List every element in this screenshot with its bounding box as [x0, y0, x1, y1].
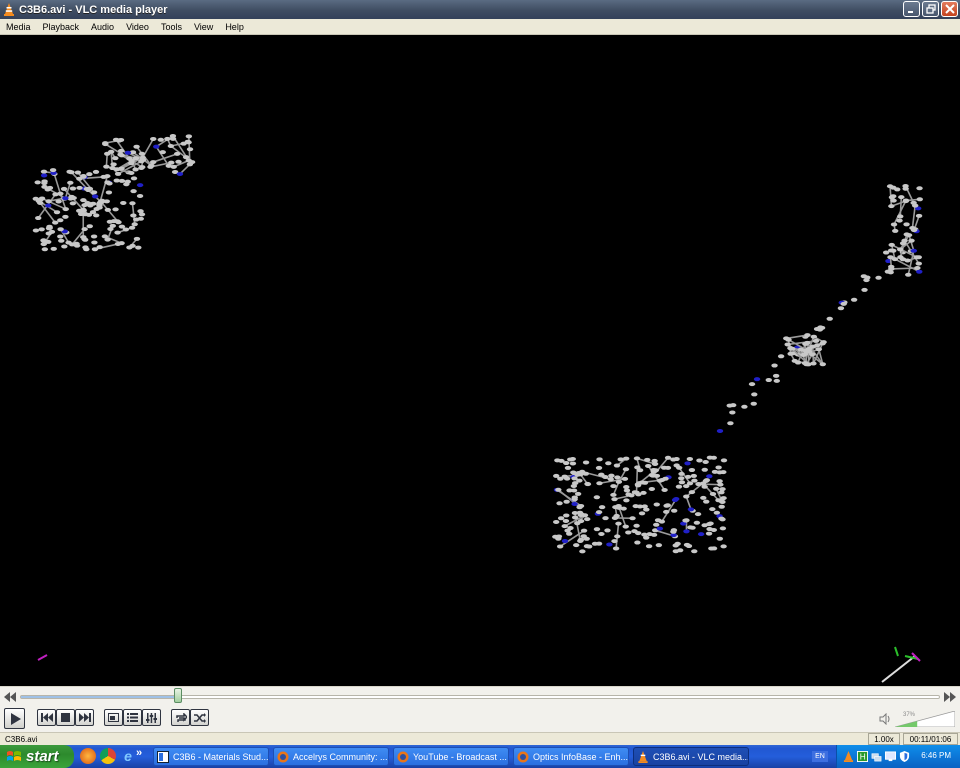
playlist-button[interactable]	[123, 709, 142, 726]
video-frame	[32, 133, 923, 683]
menu-media[interactable]: Media	[0, 22, 37, 32]
taskbar: start e » C3B6 - Materials Stud... Accel…	[0, 745, 960, 768]
svg-text:H: H	[860, 753, 866, 762]
restore-button[interactable]	[922, 1, 939, 17]
seek-progress	[21, 696, 179, 698]
task-label: Optics InfoBase - Enh...	[533, 751, 629, 762]
start-label: start	[26, 748, 59, 765]
quick-launch-overflow-icon[interactable]: »	[136, 747, 142, 759]
next-button[interactable]	[75, 709, 94, 726]
play-button[interactable]	[4, 708, 25, 729]
molecule-chain	[716, 248, 915, 433]
task-label: YouTube - Broadcast ...	[413, 751, 507, 762]
volume-slider[interactable]	[895, 711, 955, 727]
materials-studio-icon	[157, 750, 169, 763]
molecule-cluster-top-left	[32, 133, 196, 252]
language-indicator[interactable]: EN	[812, 751, 828, 762]
menu-tools[interactable]: Tools	[155, 22, 188, 32]
seek-slider[interactable]	[20, 695, 940, 699]
minimize-icon	[908, 10, 913, 13]
monitor-tray-icon[interactable]	[885, 751, 896, 762]
vlc-tray-icon[interactable]	[843, 751, 854, 762]
playlist-icon	[127, 713, 138, 722]
close-button[interactable]	[941, 1, 958, 17]
previous-icon	[40, 713, 53, 722]
menu-view[interactable]: View	[188, 22, 219, 32]
task-label: C3B6.avi - VLC media...	[653, 751, 749, 762]
task-accelrys-community[interactable]: Accelrys Community: ...	[273, 747, 389, 766]
loop-icon	[175, 712, 187, 722]
next-icon	[78, 713, 91, 722]
status-filename: C3B6.avi	[5, 735, 38, 744]
loop-button[interactable]	[171, 709, 190, 726]
stop-icon	[61, 713, 70, 722]
firefox-icon	[517, 751, 529, 762]
molecule-cluster-bottom-right	[552, 455, 728, 554]
molecule-cluster-right-edge	[886, 184, 923, 277]
close-icon	[944, 4, 955, 14]
title-bar: C3B6.avi - VLC media player	[0, 0, 960, 19]
seek-handle[interactable]	[174, 688, 183, 703]
menu-bar: Media Playback Audio Video Tools View He…	[0, 19, 960, 35]
shuffle-button[interactable]	[190, 709, 209, 726]
vlc-icon	[638, 750, 648, 763]
system-tray: H 6:46 PM	[836, 745, 960, 768]
extended-settings-icon	[146, 712, 157, 723]
window-title: C3B6.avi - VLC media player	[19, 3, 168, 16]
firefox-icon	[397, 751, 409, 762]
quick-launch: e	[80, 748, 136, 764]
fullscreen-icon	[108, 713, 119, 722]
security-shield-icon[interactable]	[899, 751, 910, 762]
extended-settings-button[interactable]	[142, 709, 161, 726]
menu-audio[interactable]: Audio	[85, 22, 120, 32]
stop-button[interactable]	[56, 709, 75, 726]
previous-button[interactable]	[37, 709, 56, 726]
network-tray-icon[interactable]	[871, 751, 882, 762]
axis-gizmo	[881, 646, 921, 683]
task-materials-studio[interactable]: C3B6 - Materials Stud...	[153, 747, 269, 766]
task-label: Accelrys Community: ...	[293, 751, 388, 762]
menu-help[interactable]: Help	[219, 22, 250, 32]
status-bar: C3B6.avi 1.00x 00:11/01:06	[0, 732, 960, 745]
hotspot-tray-icon[interactable]: H	[857, 751, 868, 762]
video-area[interactable]	[0, 35, 960, 686]
start-button[interactable]: start	[0, 745, 74, 768]
task-optics-infobase[interactable]: Optics InfoBase - Enh...	[513, 747, 629, 766]
axis-marker-left	[37, 654, 48, 661]
chrome-quicklaunch-icon[interactable]	[100, 748, 116, 764]
shuffle-icon	[193, 712, 206, 723]
speaker-icon[interactable]	[879, 713, 891, 725]
menu-playback[interactable]: Playback	[37, 22, 86, 32]
task-list: C3B6 - Materials Stud... Accelrys Commun…	[153, 747, 749, 766]
task-youtube[interactable]: YouTube - Broadcast ...	[393, 747, 509, 766]
firefox-quicklaunch-icon[interactable]	[80, 748, 96, 764]
playback-time[interactable]: 00:11/01:06	[903, 733, 958, 745]
task-label: C3B6 - Materials Stud...	[173, 751, 269, 762]
windows-logo-icon	[7, 750, 21, 761]
internet-explorer-quicklaunch-icon[interactable]: e	[120, 748, 136, 764]
task-vlc[interactable]: C3B6.avi - VLC media...	[633, 747, 749, 766]
play-icon	[10, 712, 21, 725]
firefox-icon	[277, 751, 289, 762]
menu-video[interactable]: Video	[120, 22, 155, 32]
playback-rate[interactable]: 1.00x	[868, 733, 900, 745]
minimize-button[interactable]	[903, 1, 920, 17]
vlc-cone-icon	[2, 3, 16, 17]
restore-icon	[925, 4, 936, 14]
fullscreen-button[interactable]	[104, 709, 123, 726]
playback-controls: 37%	[0, 686, 960, 732]
clock: 6:46 PM	[921, 751, 951, 760]
seek-backward-icon[interactable]	[4, 692, 16, 702]
seek-forward-icon[interactable]	[944, 692, 956, 702]
